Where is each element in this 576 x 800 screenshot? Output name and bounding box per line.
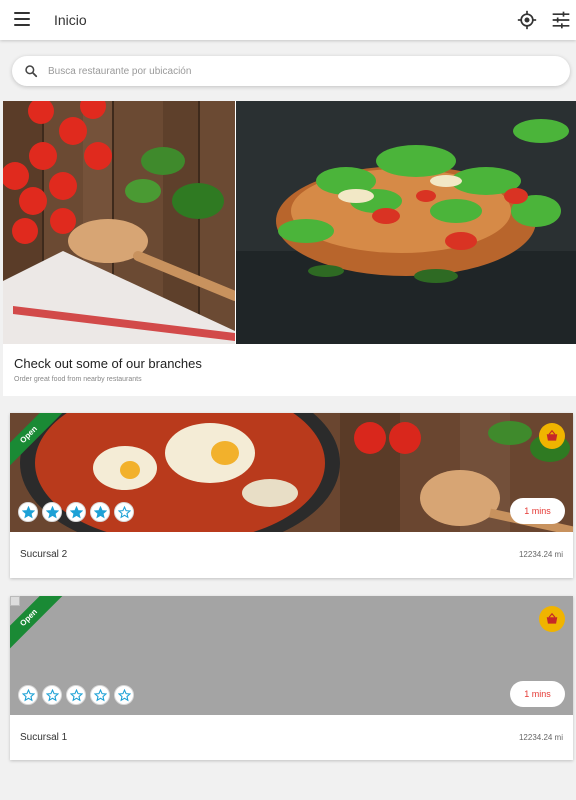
delivery-time: 1 mins: [510, 681, 565, 707]
star-outline-icon: [114, 685, 134, 705]
restaurant-distance: 12234.24 mi: [518, 550, 563, 559]
star-outline-icon: [66, 685, 86, 705]
star-filled-icon: [66, 502, 86, 522]
section-title: Check out some of our branches: [14, 356, 202, 371]
star-filled-icon: [18, 502, 38, 522]
star-outline-icon: [18, 685, 38, 705]
image-carousel[interactable]: [3, 101, 576, 344]
rating-stars: [18, 502, 134, 522]
restaurant-name: Sucursal 2: [20, 549, 68, 560]
star-outline-icon: [42, 685, 62, 705]
star-filled-icon: [90, 502, 110, 522]
search-icon: [25, 65, 38, 78]
restaurant-image: Open 1 mins: [10, 413, 573, 532]
delivery-time: 1 mins: [510, 498, 565, 524]
restaurant-distance: 12234.24 mi: [518, 733, 563, 742]
page-title: Inicio: [54, 12, 87, 28]
section-subtitle: Order great food from nearby restaurants: [14, 376, 142, 383]
star-filled-icon: [42, 502, 62, 522]
restaurant-card[interactable]: Open 1 mins Sucursal 2 12234.24 mi: [10, 413, 573, 578]
search-input[interactable]: [48, 61, 548, 81]
my-location-icon[interactable]: [517, 10, 537, 30]
branches-intro: Check out some of our branches Order gre…: [3, 344, 576, 396]
carousel-slide-image: [236, 101, 576, 344]
star-outline-icon: [114, 502, 134, 522]
restaurant-card[interactable]: Open 1 mins Sucursal 1 12234.24 mi: [10, 596, 573, 760]
tune-icon[interactable]: [551, 10, 571, 30]
app-bar: Inicio: [0, 0, 576, 40]
menu-icon[interactable]: [14, 12, 30, 26]
basket-icon[interactable]: [539, 606, 565, 632]
search-bar: [12, 56, 570, 86]
rating-stars: [18, 685, 134, 705]
restaurant-image: Open 1 mins: [10, 596, 573, 715]
broken-image-icon: [10, 596, 20, 606]
star-outline-icon: [90, 685, 110, 705]
restaurant-name: Sucursal 1: [20, 732, 68, 743]
carousel-slide-image: [3, 101, 235, 344]
basket-icon[interactable]: [539, 423, 565, 449]
